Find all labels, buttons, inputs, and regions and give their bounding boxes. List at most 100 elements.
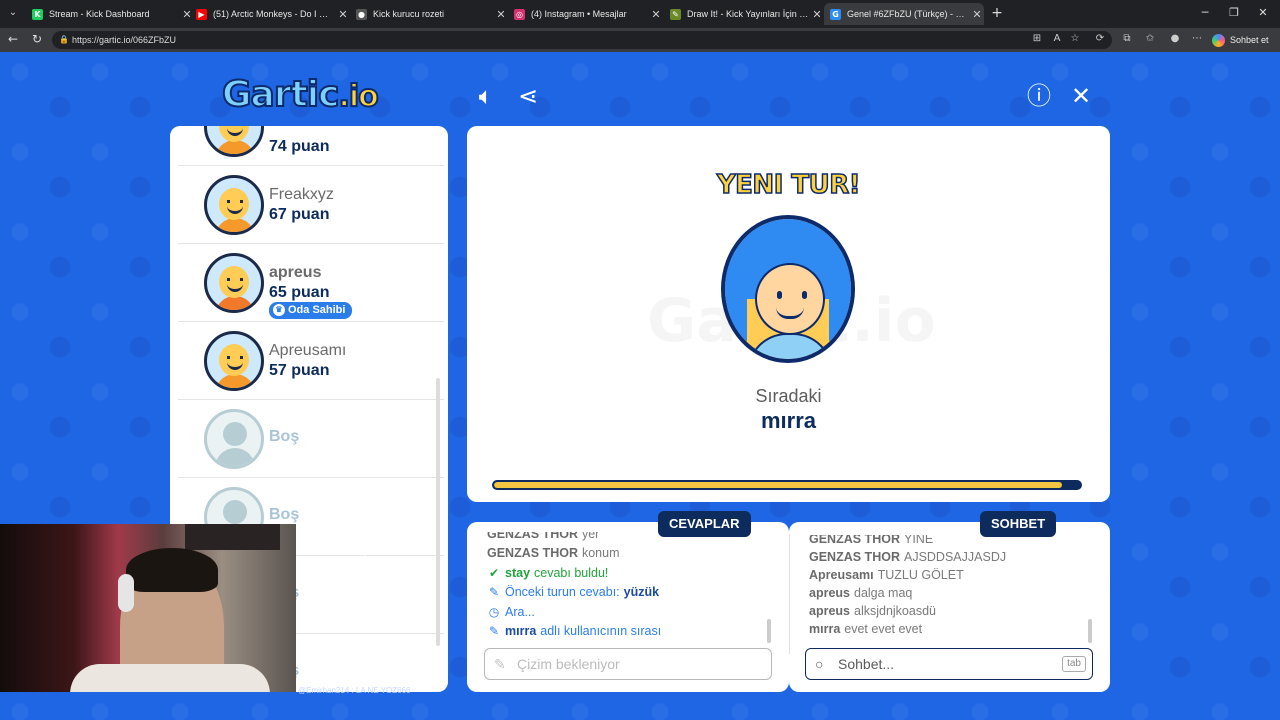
refresh-icon[interactable]: ↻ xyxy=(29,32,45,46)
browser-tabbar: ⌄ K Stream - Kick Dashboard ✕ ▶ (51) Arctic … xyxy=(0,0,1280,28)
close-window-icon[interactable]: ✕ xyxy=(1256,6,1270,19)
answer-input[interactable]: ✎ Çizim bekleniyor xyxy=(484,648,772,680)
url-text: https://gartic.io/066ZFbZU xyxy=(72,35,177,45)
browser-tab[interactable]: ▶ (51) Arctic Monkeys - Do I Wa... ✕ xyxy=(190,3,350,25)
close-tab-icon[interactable]: ✕ xyxy=(494,8,508,21)
message-text: adlı kullanıcının sırası xyxy=(540,624,662,639)
chat-message: apreus dalga maq xyxy=(809,584,1089,602)
browser-tab[interactable]: ● Kick kurucu rozeti ✕ xyxy=(350,3,508,25)
logo-suffix-text: .io xyxy=(337,78,379,115)
chat-input[interactable]: ○ Sohbet... tab xyxy=(805,648,1093,680)
player-row[interactable]: Freakxyz 67 puan xyxy=(178,166,444,244)
chat-user: apreus xyxy=(809,586,850,600)
player-score: 67 puan xyxy=(269,206,330,223)
chat-user: mırra xyxy=(809,622,841,636)
clock-icon: ◷ xyxy=(488,604,500,619)
drawing-board: Gartic.io YENI TUR! Sıradaki mırra xyxy=(467,126,1110,502)
round-timer-bar xyxy=(492,480,1082,490)
answer-message: ✎ Önceki turun cevabı: yüzük xyxy=(487,583,767,603)
info-icon[interactable]: ⓘ xyxy=(1025,83,1053,111)
more-menu-icon[interactable]: ⋯ xyxy=(1190,33,1204,44)
copilot-icon xyxy=(1212,33,1225,47)
tab-favicon-icon: ▶ xyxy=(196,8,207,20)
close-tab-icon[interactable]: ✕ xyxy=(649,8,663,21)
read-aloud-icon[interactable]: A xyxy=(1050,33,1064,44)
favorite-star-icon[interactable]: ☆ xyxy=(1068,33,1082,44)
chat-text: YINE xyxy=(903,535,934,546)
message-prefix: Önceki turun cevabı: xyxy=(505,585,620,600)
chat-panel: SOHBET GENZAS THOR YINE GENZAS THOR AJSDDSA… xyxy=(789,511,1110,692)
player-score: 57 puan xyxy=(269,362,330,379)
player-row[interactable]: apreus 65 puan ♛ Oda Sahibi xyxy=(178,244,444,322)
favorites-icon[interactable]: ✩ xyxy=(1143,33,1157,44)
close-tab-icon[interactable]: ✕ xyxy=(810,8,824,21)
chat-message: GENZAS THOR YINE xyxy=(809,535,1089,548)
player-name: Apreusamı xyxy=(269,342,347,359)
chat-text: dalga maq xyxy=(854,586,913,600)
browser-tab[interactable]: G Genel #6ZFbZU (Türkçe) - Ga... ✕ xyxy=(824,3,984,25)
tab-favicon-icon: K xyxy=(32,8,43,20)
empty-slot-label: Boş xyxy=(269,428,300,445)
message-user: GENZAS THOR xyxy=(487,532,578,541)
player-name: Freakxyz xyxy=(269,186,334,203)
pencil-icon: ✎ xyxy=(488,585,500,600)
chat-scrollbar[interactable] xyxy=(1088,619,1092,643)
minimize-icon[interactable]: ─ xyxy=(1198,6,1212,19)
apps-icon[interactable]: ⊞ xyxy=(1030,33,1044,44)
maximize-icon[interactable]: ❐ xyxy=(1227,6,1241,19)
player-row[interactable]: Boş xyxy=(178,400,444,478)
message-user: stay xyxy=(505,565,531,580)
new-tab-icon[interactable]: + xyxy=(990,5,1004,21)
player-row[interactable]: 74 puan xyxy=(178,126,444,166)
close-tab-icon[interactable]: ✕ xyxy=(970,8,984,21)
previous-answer-word: yüzük xyxy=(623,585,660,600)
browser-tab[interactable]: K Stream - Kick Dashboard ✕ xyxy=(26,3,194,25)
answer-message: ◷ Ara... xyxy=(487,602,767,622)
player-score: 65 puan xyxy=(269,284,330,301)
share-icon[interactable]: ⋖ xyxy=(514,83,542,111)
check-icon: ✔ xyxy=(488,565,500,580)
lock-icon: 🔒 xyxy=(59,35,69,44)
profile-avatar-icon[interactable]: ● xyxy=(1168,33,1182,44)
next-player-name: mırra xyxy=(760,408,817,433)
browser-tab[interactable]: ✎ Draw It! - Kick Yayınları İçin Çizim ..… xyxy=(664,3,824,25)
stream-overlay-text: @Emirhan214 : LA NE YOZ666 xyxy=(298,686,411,695)
message-text: cevabı buldu! xyxy=(534,565,609,580)
close-tab-icon[interactable]: ✕ xyxy=(336,8,350,21)
webcam-overlay xyxy=(0,524,296,692)
tab-title: Genel #6ZFbZU (Türkçe) - Ga... xyxy=(847,9,970,19)
answer-message: GENZAS THOR yer xyxy=(487,532,767,544)
message-user: GENZAS THOR xyxy=(487,546,578,561)
sound-icon[interactable]: 🔈︎ xyxy=(472,83,500,111)
answers-scrollbar[interactable] xyxy=(767,619,771,643)
chat-user: apreus xyxy=(809,604,850,618)
next-label: Sıradaki xyxy=(755,386,822,406)
pencil-icon: ✎ xyxy=(488,624,500,639)
message-prefix: Ara... xyxy=(505,604,535,619)
tab-chat[interactable]: SOHBET xyxy=(980,511,1057,537)
chat-user: GENZAS THOR xyxy=(809,550,900,564)
search-bubble-icon: ○ xyxy=(815,656,824,672)
extension-icon[interactable]: ⟳ xyxy=(1093,33,1107,44)
player-name: apreus xyxy=(269,264,322,281)
tab-actions-menu-icon[interactable]: ⌄ xyxy=(4,4,22,22)
crown-icon: ♛ xyxy=(273,304,285,316)
gartic-logo[interactable]: Gartic.io xyxy=(221,73,380,118)
copilot-button[interactable]: Sohbet et xyxy=(1212,31,1269,49)
split-screen-icon[interactable]: ⧉ xyxy=(1120,33,1134,44)
player-list-scrollbar[interactable] xyxy=(436,378,440,646)
player-row[interactable]: Apreusamı 57 puan xyxy=(178,322,444,400)
player-avatar xyxy=(204,253,264,313)
url-field[interactable]: 🔒 https://gartic.io/066ZFbZU xyxy=(52,31,1112,49)
player-avatar xyxy=(204,331,264,391)
chat-message-list: GENZAS THOR YINE GENZAS THOR AJSDDSAJJASDJ A… xyxy=(809,535,1089,650)
back-icon[interactable]: ← xyxy=(5,32,21,46)
answers-message-list: GENZAS THOR yer GENZAS THOR konum ✔ stay cevab… xyxy=(487,532,767,650)
tab-key-hint: tab xyxy=(1062,656,1086,672)
browser-tab[interactable]: ◎ (4) Instagram • Mesajlar ✕ xyxy=(508,3,663,25)
close-icon[interactable]: ✕ xyxy=(1067,83,1095,111)
player-score: 74 puan xyxy=(269,138,330,155)
message-text: konum xyxy=(581,546,620,561)
panel-divider xyxy=(789,534,790,654)
room-owner-label: Oda Sahibi xyxy=(288,304,346,316)
